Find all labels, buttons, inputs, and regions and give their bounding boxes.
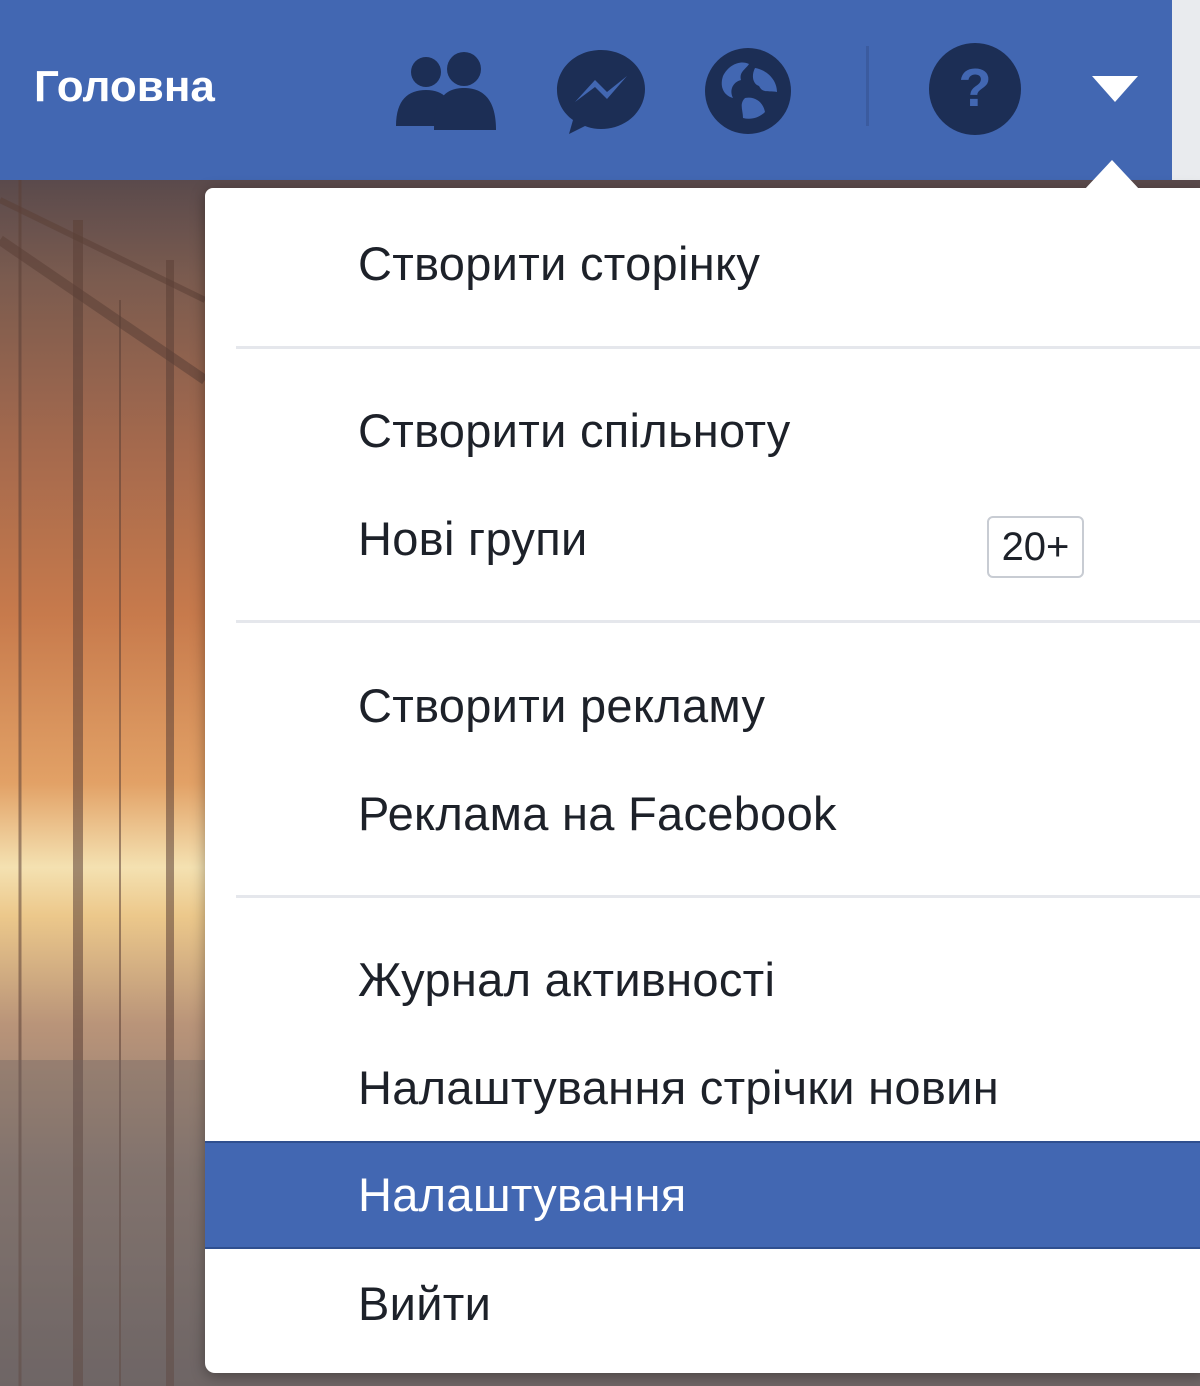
nav-divider <box>866 46 869 126</box>
menu-item-label: Створити рекламу <box>358 679 766 732</box>
menu-divider <box>236 620 1200 623</box>
globe-notifications-icon[interactable] <box>703 46 793 136</box>
menu-item-label: Вийти <box>358 1277 492 1330</box>
account-dropdown-menu: Створити сторінку Створити спільноту Нов… <box>205 188 1200 1373</box>
menu-item-advertising-on-facebook[interactable]: Реклама на Facebook <box>205 760 1200 868</box>
friends-icon[interactable] <box>390 52 500 132</box>
menu-item-label: Налаштування <box>358 1168 687 1221</box>
page-edge <box>1172 0 1200 180</box>
menu-item-label: Налаштування стрічки новин <box>358 1061 999 1114</box>
menu-pointer <box>1084 160 1140 190</box>
menu-item-label: Створити спільноту <box>358 404 791 457</box>
bridge-silhouette <box>0 180 210 1386</box>
menu-item-news-feed-preferences[interactable]: Налаштування стрічки новин <box>205 1034 1200 1142</box>
menu-item-label: Створити сторінку <box>358 237 761 290</box>
menu-divider <box>236 895 1200 898</box>
home-link[interactable]: Головна <box>34 58 215 116</box>
menu-item-create-ad[interactable]: Створити рекламу <box>205 652 1200 760</box>
menu-item-create-community[interactable]: Створити спільноту <box>205 377 1200 485</box>
menu-item-log-out[interactable]: Вийти <box>205 1250 1200 1358</box>
top-navigation-bar: Головна ? <box>0 0 1172 180</box>
account-menu-caret-icon[interactable] <box>1090 74 1140 104</box>
menu-item-activity-log[interactable]: Журнал активності <box>205 926 1200 1034</box>
menu-item-label: Реклама на Facebook <box>358 787 837 840</box>
menu-item-label: Журнал активності <box>358 953 776 1006</box>
messenger-icon[interactable] <box>553 46 649 136</box>
help-icon[interactable]: ? <box>928 42 1022 136</box>
new-groups-count-badge: 20+ <box>987 516 1084 578</box>
svg-text:?: ? <box>959 58 992 118</box>
menu-item-create-page[interactable]: Створити сторінку <box>205 210 1200 318</box>
menu-item-label: Нові групи <box>358 512 588 565</box>
menu-divider <box>236 346 1200 349</box>
menu-item-settings[interactable]: Налаштування <box>205 1141 1200 1249</box>
